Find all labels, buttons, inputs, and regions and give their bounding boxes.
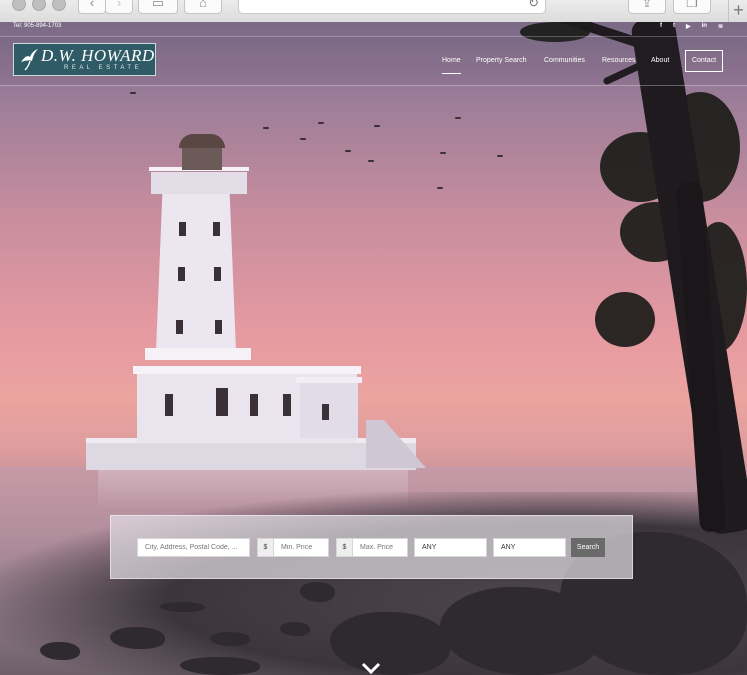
- property-search-panel: $ $ ANY ANY Search: [110, 515, 633, 579]
- nav-communities[interactable]: Communities: [544, 57, 585, 64]
- twitter-icon[interactable]: t: [673, 23, 675, 30]
- browser-toolbar: ‹ › ▭ ⌂ ↻ ⇪ ❐ +: [0, 0, 747, 23]
- beds-select-value: ANY: [422, 544, 437, 551]
- sidebar-icon: ▭: [151, 0, 165, 10]
- phone-number: Tel: 905-894-1703: [13, 23, 62, 29]
- address-bar[interactable]: ↻: [238, 0, 546, 14]
- minimize-window-button[interactable]: [32, 0, 46, 11]
- home-icon: ⌂: [199, 0, 207, 10]
- min-price-currency: $: [257, 538, 274, 557]
- search-button[interactable]: Search: [571, 538, 605, 557]
- nav-home[interactable]: Home: [442, 57, 461, 74]
- location-input[interactable]: [137, 538, 250, 557]
- hero-section: Tel: 905-894-1703 f t ▶ in ≋ D.W. HOWARD…: [0, 22, 747, 675]
- zoom-window-button[interactable]: [52, 0, 66, 11]
- site-logo[interactable]: D.W. HOWARD REAL ESTATE: [13, 43, 156, 76]
- nav-property-search[interactable]: Property Search: [476, 57, 527, 64]
- max-price-currency: $: [336, 538, 353, 557]
- home-button[interactable]: ⌂: [184, 0, 222, 14]
- contact-button[interactable]: Contact: [685, 50, 723, 72]
- logo-subtitle: REAL ESTATE: [64, 65, 143, 71]
- scroll-down-chevron-icon[interactable]: [361, 662, 381, 675]
- min-price-input[interactable]: [273, 538, 329, 557]
- tabs-icon: ❐: [686, 0, 698, 10]
- rss-icon[interactable]: ≋: [718, 23, 723, 30]
- baths-select[interactable]: ANY: [493, 538, 566, 557]
- top-bar: Tel: 905-894-1703 f t ▶ in ≋: [0, 22, 747, 36]
- plus-icon: +: [733, 0, 744, 20]
- main-navbar: D.W. HOWARD REAL ESTATE Home Property Se…: [0, 36, 747, 86]
- chevron-left-icon: ‹: [89, 0, 95, 10]
- chevron-right-icon: ›: [116, 0, 122, 10]
- share-icon: ⇪: [641, 0, 653, 10]
- baths-select-value: ANY: [501, 544, 516, 551]
- forward-button[interactable]: ›: [105, 0, 133, 14]
- youtube-icon[interactable]: ▶: [686, 23, 691, 30]
- logo-name: D.W. HOWARD: [41, 46, 155, 65]
- new-tab-button[interactable]: +: [728, 0, 747, 22]
- reload-icon[interactable]: ↻: [528, 0, 539, 11]
- seagull-logo-icon: [21, 49, 38, 71]
- close-window-button[interactable]: [12, 0, 26, 11]
- facebook-icon[interactable]: f: [660, 23, 662, 30]
- nav-resources[interactable]: Resources: [602, 57, 635, 64]
- sidebar-button[interactable]: ▭: [138, 0, 178, 14]
- tabs-button[interactable]: ❐: [673, 0, 711, 14]
- beds-select[interactable]: ANY: [414, 538, 487, 557]
- social-links: f t ▶ in ≋: [660, 23, 723, 30]
- nav-about[interactable]: About: [651, 57, 669, 64]
- share-button[interactable]: ⇪: [628, 0, 666, 14]
- back-button[interactable]: ‹: [78, 0, 106, 14]
- linkedin-icon[interactable]: in: [702, 23, 707, 30]
- max-price-input[interactable]: [352, 538, 408, 557]
